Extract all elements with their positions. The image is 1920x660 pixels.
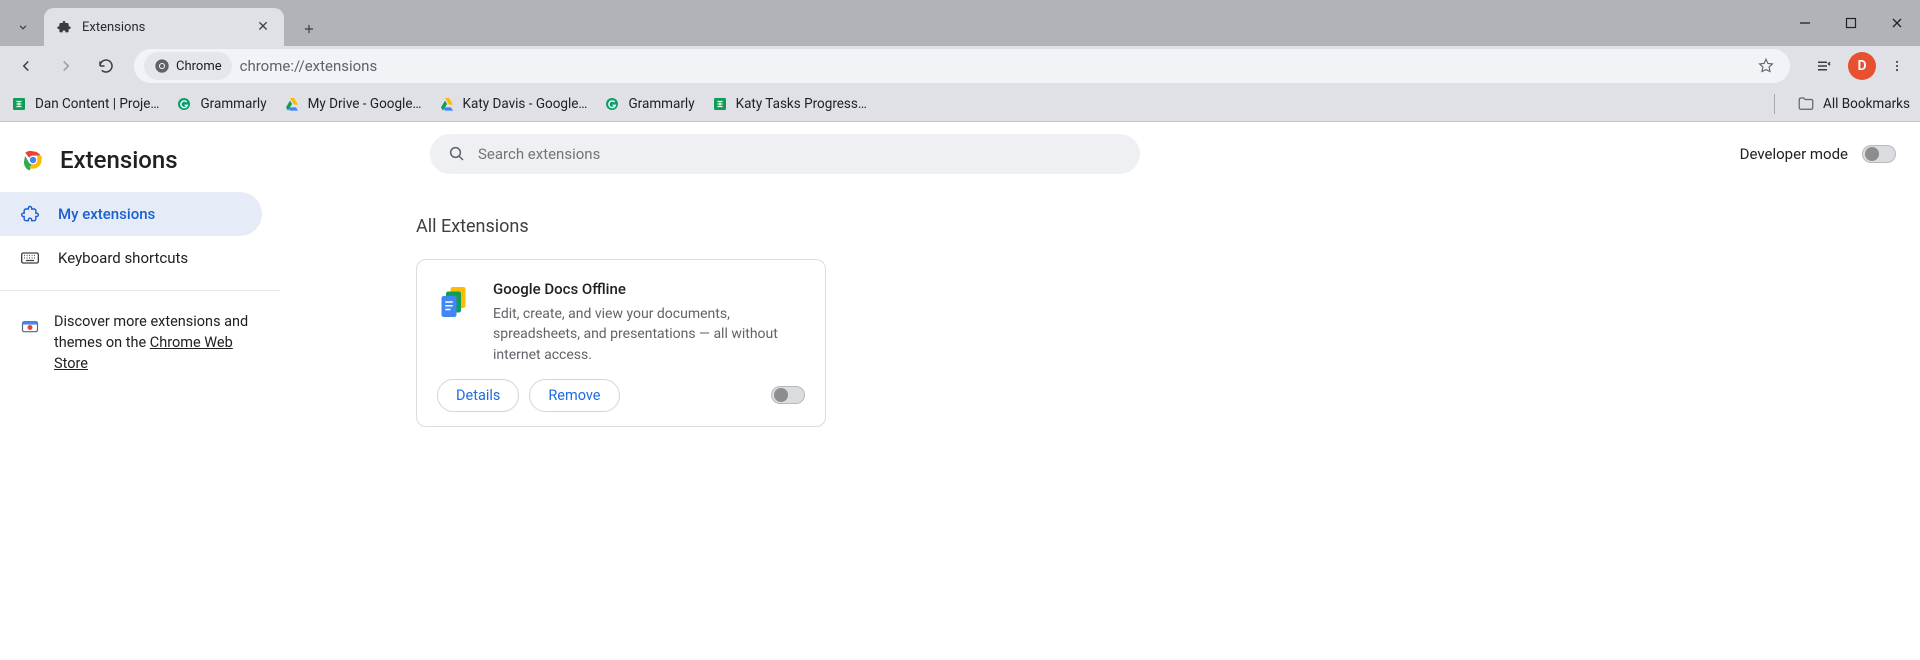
bookmark-item[interactable]: Grammarly xyxy=(175,95,266,113)
bookmark-label: Grammarly xyxy=(200,96,266,112)
forward-button[interactable] xyxy=(48,48,84,84)
grammarly-icon xyxy=(175,95,193,113)
close-icon xyxy=(1891,17,1903,29)
site-chip[interactable]: Chrome xyxy=(144,52,232,80)
bookmark-label: Dan Content | Proje… xyxy=(35,96,159,112)
plus-icon xyxy=(302,22,316,36)
search-icon xyxy=(448,145,466,163)
developer-mode-toggle[interactable] xyxy=(1862,145,1896,163)
address-bar[interactable]: Chrome chrome://extensions xyxy=(134,49,1790,83)
sidebar-item-my-extensions[interactable]: My extensions xyxy=(0,192,262,236)
sidebar-item-label: My extensions xyxy=(58,205,155,223)
chrome-logo-icon xyxy=(20,147,46,173)
top-row: Developer mode xyxy=(280,134,1896,174)
bookmark-label: Grammarly xyxy=(628,96,694,112)
bookmarks-divider xyxy=(1774,94,1775,114)
extension-puzzle-icon xyxy=(56,19,72,35)
tab-close-button[interactable]: ✕ xyxy=(254,18,272,36)
keyboard-icon xyxy=(20,248,40,268)
details-button[interactable]: Details xyxy=(437,379,519,412)
chevron-down-icon xyxy=(16,20,30,34)
arrow-left-icon xyxy=(17,57,35,75)
extension-name: Google Docs Offline xyxy=(493,280,805,298)
maximize-button[interactable] xyxy=(1828,0,1874,46)
bookmark-item[interactable]: Katy Tasks Progress… xyxy=(711,95,867,113)
url-text: chrome://extensions xyxy=(240,57,1744,75)
minimize-icon xyxy=(1799,17,1811,29)
chrome-menu-button[interactable] xyxy=(1882,51,1912,81)
drive-icon xyxy=(438,95,456,113)
extension-enable-toggle[interactable] xyxy=(771,386,805,404)
section-title: All Extensions xyxy=(416,216,1896,237)
side-panel-icon xyxy=(1815,57,1833,75)
back-button[interactable] xyxy=(8,48,44,84)
kebab-icon xyxy=(1890,57,1904,75)
extensions-page: Extensions My extensions Keyboard shortc… xyxy=(0,122,1920,660)
chrome-web-store-promo: Discover more extensions and themes on t… xyxy=(0,301,280,384)
reload-icon xyxy=(97,57,115,75)
bookmark-label: My Drive - Google… xyxy=(308,96,422,112)
bookmark-item[interactable]: Katy Davis - Google… xyxy=(438,95,588,113)
bookmarks-bar: Dan Content | Proje… Grammarly My Drive … xyxy=(0,86,1920,122)
sheets-icon xyxy=(711,95,729,113)
sidebar-item-keyboard-shortcuts[interactable]: Keyboard shortcuts xyxy=(0,236,262,280)
tab-search-button[interactable] xyxy=(8,12,38,42)
developer-mode-row: Developer mode xyxy=(1740,145,1896,163)
star-icon xyxy=(1757,57,1775,75)
maximize-icon xyxy=(1845,17,1857,29)
bookmark-label: Katy Tasks Progress… xyxy=(736,96,867,112)
minimize-button[interactable] xyxy=(1782,0,1828,46)
extension-outline-icon xyxy=(20,204,40,224)
remove-button[interactable]: Remove xyxy=(529,379,619,412)
sidebar-header: Extensions xyxy=(0,134,280,192)
folder-icon xyxy=(1797,95,1815,113)
chrome-favicon-icon xyxy=(154,58,170,74)
side-panel-button[interactable] xyxy=(1806,48,1842,84)
drive-icon xyxy=(283,95,301,113)
bookmark-label: Katy Davis - Google… xyxy=(463,96,588,112)
extension-description: Edit, create, and view your documents, s… xyxy=(493,304,805,365)
window-controls xyxy=(1782,0,1920,46)
sidebar-divider xyxy=(0,290,280,291)
profile-avatar[interactable]: D xyxy=(1848,52,1876,80)
all-bookmarks-label: All Bookmarks xyxy=(1823,96,1910,112)
new-tab-button[interactable] xyxy=(294,14,324,44)
browser-tab[interactable]: Extensions ✕ xyxy=(44,8,284,46)
sheets-icon xyxy=(10,95,28,113)
bookmark-item[interactable]: Dan Content | Proje… xyxy=(10,95,159,113)
all-bookmarks-button[interactable]: All Bookmarks xyxy=(1797,95,1910,113)
bookmark-item[interactable]: Grammarly xyxy=(603,95,694,113)
browser-titlebar: Extensions ✕ xyxy=(0,0,1920,46)
main-content: Developer mode All Extensions Google Doc… xyxy=(280,122,1920,660)
tab-title: Extensions xyxy=(82,20,244,35)
sidebar-item-label: Keyboard shortcuts xyxy=(58,249,188,267)
close-window-button[interactable] xyxy=(1874,0,1920,46)
grammarly-icon xyxy=(603,95,621,113)
sidebar: Extensions My extensions Keyboard shortc… xyxy=(0,122,280,660)
search-extensions-box[interactable] xyxy=(430,134,1140,174)
reload-button[interactable] xyxy=(88,48,124,84)
browser-toolbar: Chrome chrome://extensions D xyxy=(0,46,1920,86)
chrome-web-store-icon xyxy=(20,315,40,335)
extension-card: Google Docs Offline Edit, create, and vi… xyxy=(416,259,826,427)
google-docs-icon xyxy=(437,284,473,320)
site-chip-label: Chrome xyxy=(176,59,222,74)
page-title: Extensions xyxy=(60,146,178,174)
developer-mode-label: Developer mode xyxy=(1740,145,1848,163)
arrow-right-icon xyxy=(57,57,75,75)
bookmark-star-button[interactable] xyxy=(1752,52,1780,80)
bookmark-item[interactable]: My Drive - Google… xyxy=(283,95,422,113)
search-input[interactable] xyxy=(478,145,1122,163)
